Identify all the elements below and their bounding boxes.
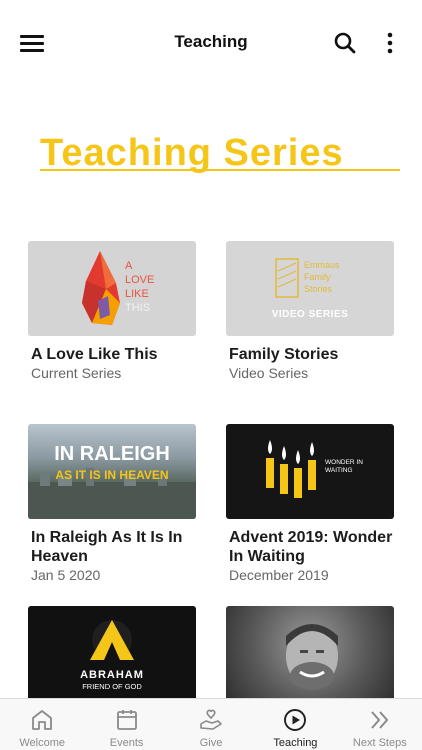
tab-teaching[interactable]: Teaching [253,699,337,750]
tab-events[interactable]: Events [84,699,168,750]
series-card-advent-2019[interactable]: WONDER IN WAITING Advent 2019: Wonder In… [226,424,396,584]
series-thumbnail: A LOVE LIKE THIS [28,241,196,336]
thumb-text: LOVE [125,274,154,286]
card-title: A Love Like This [31,346,158,363]
thumb-caption: VIDEO SERIES [272,309,349,320]
search-icon[interactable] [333,31,357,55]
more-vertical-icon[interactable] [380,31,400,55]
tent-logo: ABRAHAM FRIEND OF GOD [80,620,144,691]
page-title: Teaching [174,32,248,51]
thumb-text: A [125,260,133,272]
menu-icon[interactable] [20,34,44,52]
app-header: Teaching [0,0,422,86]
give-hand-heart-icon [200,709,222,730]
thumb-text: THIS [125,302,150,314]
play-circle-icon [284,709,307,731]
double-chevron-right-icon [371,711,389,729]
tab-label: Teaching [273,737,318,749]
series-thumbnail: ABRAHAM FRIEND OF GOD [28,606,196,701]
thumb-text: IN RALEIGH [54,443,170,465]
tab-welcome[interactable]: Welcome [0,699,84,750]
tab-label: Next Steps [352,737,407,749]
thumb-text: WONDER IN [325,459,363,466]
card-subtitle: December 2019 [229,567,329,583]
series-thumbnail [226,606,394,701]
thumb-text: LIKE [125,288,149,300]
city-skyline-image: IN RALEIGH AS IT IS IN HEAVEN [28,443,196,519]
thumb-text: Emmaus [304,260,340,270]
card-subtitle: Video Series [229,365,309,381]
series-card-family-stories[interactable]: Emmaus Family Stories VIDEO SERIES Famil… [226,241,396,382]
tab-give[interactable]: Give [169,699,253,750]
candles-logo: WONDER IN WAITING [266,440,363,498]
card-subtitle: Jan 5 2020 [31,567,101,583]
thumb-text: FRIEND OF GOD [82,682,142,691]
family-stories-logo: Emmaus Family Stories VIDEO SERIES [272,258,349,320]
thumb-text: AS IT IS IN HEAVEN [55,468,168,482]
flame-logo: A LOVE LIKE THIS [82,251,154,325]
series-card-in-raleigh[interactable]: IN RALEIGH AS IT IS IN HEAVEN In Raleigh… [28,424,198,584]
hero-underline [40,169,400,171]
tab-label: Events [109,737,144,749]
thumb-text: WAITING [325,467,353,474]
speaker-portrait-image [286,624,338,690]
card-title: Family Stories [229,346,339,363]
series-card-abraham[interactable]: ABRAHAM FRIEND OF GOD [28,606,198,701]
series-thumbnail: IN RALEIGH AS IT IS IN HEAVEN [28,424,196,519]
card-title: In Raleigh As It Is In Heaven [31,529,183,565]
tab-label: Welcome [19,737,66,749]
card-subtitle: Current Series [31,365,122,381]
series-thumbnail: Emmaus Family Stories VIDEO SERIES [226,241,394,336]
thumb-text: Stories [304,284,333,294]
series-card-photo[interactable] [226,606,396,701]
card-title: Advent 2019: Wonder In Waiting [229,529,393,565]
series-thumbnail: WONDER IN WAITING [226,424,394,519]
home-icon [32,710,53,730]
bottom-tab-bar: Welcome Events Give Teaching Next Steps [0,698,422,750]
series-card-a-love-like-this[interactable]: A LOVE LIKE THIS A Love Like This Curren… [28,241,198,382]
tab-next-steps[interactable]: Next Steps [338,699,422,750]
hero-banner: Teaching Series [0,128,422,188]
thumb-text: Family [304,272,331,282]
tab-label: Give [199,737,223,749]
calendar-icon [116,710,137,730]
thumb-text: ABRAHAM [80,669,144,681]
